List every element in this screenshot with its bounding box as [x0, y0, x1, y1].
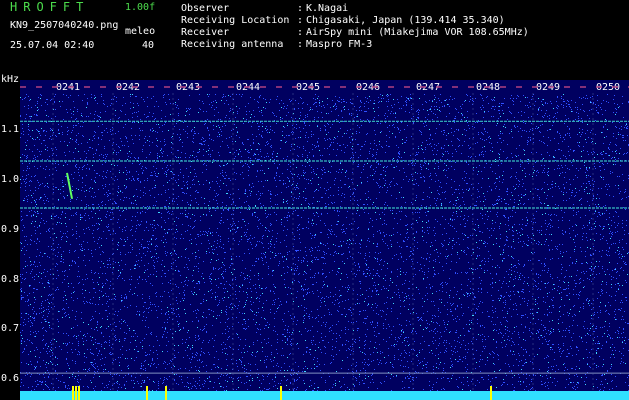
info-separator: : — [297, 39, 304, 50]
y-tick-label: 0.8 — [1, 274, 20, 285]
info-value-observer: K.Nagai — [306, 3, 349, 14]
bottom-spike — [165, 386, 167, 400]
bottom-spike — [280, 386, 282, 400]
info-key-location: Receiving Location — [181, 15, 290, 26]
info-value-receiver: AirSpy mini (Miakejima VOR 108.65MHz) — [306, 27, 529, 38]
spectrogram-canvas: 0241 0242 0243 0244 0245 0246 0247 0248 0249 0250 — [20, 80, 629, 400]
spectrogram: 0241 0242 0243 0244 0245 0246 0247 0248 0249 0250 — [20, 80, 629, 400]
date-time: 25.07.04 02:40 — [10, 40, 95, 51]
y-tick-label: 0.6 — [1, 373, 20, 384]
info-key-receiver: Receiver — [181, 27, 230, 38]
info-key-observer: Observer — [181, 3, 230, 14]
info-value-location: Chigasaki, Japan (139.414 35.340) — [306, 15, 505, 26]
info-value-antenna: Maspro FM-3 — [306, 39, 373, 50]
meleo-label: meleo — [125, 26, 156, 37]
file-name: KN9_2507040240.png — [10, 20, 119, 31]
app-brand: HROFFT — [10, 0, 90, 14]
bottom-spike — [72, 386, 74, 400]
y-tick-label: 1.1 — [1, 124, 20, 135]
info-key-antenna: Receiving antenna — [181, 39, 284, 50]
bottom-spike — [75, 386, 77, 400]
y-axis-unit: kHz — [1, 74, 20, 85]
info-separator: : — [297, 15, 304, 26]
y-tick-label: 0.7 — [1, 323, 20, 334]
bottom-band — [20, 391, 629, 400]
info-separator: : — [297, 3, 304, 14]
meleo-value: 40 — [142, 40, 155, 51]
app-version: 1.00f — [125, 2, 156, 13]
info-separator: : — [297, 27, 304, 38]
bottom-spike — [490, 386, 492, 400]
y-tick-label: 0.9 — [1, 224, 20, 235]
bottom-spike — [78, 386, 80, 400]
bottom-spike — [146, 386, 148, 400]
y-tick-label: 1.0 — [1, 174, 20, 185]
